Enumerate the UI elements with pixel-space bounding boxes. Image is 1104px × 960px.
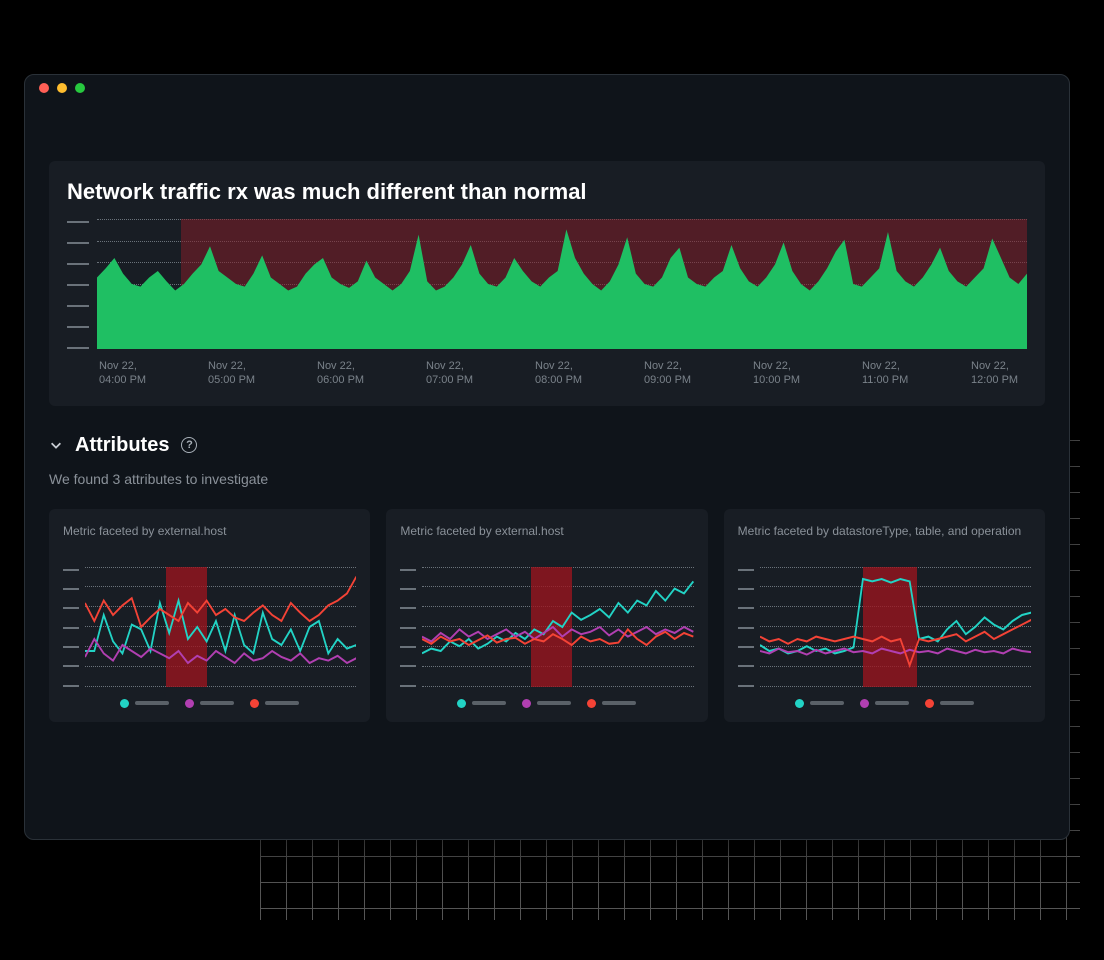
swatch-icon [587, 699, 596, 708]
swatch-icon [120, 699, 129, 708]
attribute-cards: Metric faceted by external.host [49, 509, 1045, 722]
swatch-icon [250, 699, 259, 708]
legend-item[interactable] [457, 699, 506, 708]
legend-item[interactable] [587, 699, 636, 708]
card-plot[interactable] [85, 567, 356, 687]
swatch-icon [925, 699, 934, 708]
legend [400, 699, 693, 708]
x-axis-label: Nov 22,11:00 PM [862, 359, 916, 388]
attributes-section: Attributes ? We found 3 attributes to in… [49, 434, 1045, 722]
card-plot[interactable] [760, 567, 1031, 687]
y-axis-ticks [400, 567, 416, 687]
legend [738, 699, 1031, 708]
x-axis-label: Nov 22,07:00 PM [426, 359, 480, 388]
card-title: Metric faceted by external.host [63, 523, 356, 555]
x-axis-label: Nov 22,04:00 PM [99, 359, 153, 388]
swatch-icon [522, 699, 531, 708]
card-plot[interactable] [422, 567, 693, 687]
close-icon[interactable] [39, 83, 49, 93]
chevron-down-icon [49, 438, 63, 452]
window-content: Network traffic rx was much different th… [25, 101, 1069, 746]
anomaly-panel: Network traffic rx was much different th… [49, 161, 1045, 406]
x-axis-label: Nov 22,12:00 PM [971, 359, 1025, 388]
maximize-icon[interactable] [75, 83, 85, 93]
attributes-subtitle: We found 3 attributes to investigate [49, 471, 1045, 487]
swatch-icon [795, 699, 804, 708]
attributes-title: Attributes [75, 434, 169, 457]
attributes-header[interactable]: Attributes ? [49, 434, 1045, 457]
attribute-card[interactable]: Metric faceted by external.host [386, 509, 707, 722]
anomaly-plot[interactable] [97, 219, 1027, 349]
swatch-icon [860, 699, 869, 708]
x-axis-label: Nov 22,10:00 PM [753, 359, 807, 388]
y-axis-ticks [738, 567, 754, 687]
window-titlebar [25, 75, 1069, 101]
legend-item[interactable] [120, 699, 169, 708]
card-title: Metric faceted by datastoreType, table, … [738, 523, 1031, 555]
anomaly-title: Network traffic rx was much different th… [67, 179, 1027, 205]
anomaly-chart[interactable]: Nov 22,04:00 PM Nov 22,05:00 PM Nov 22,06:… [67, 219, 1027, 388]
legend-item[interactable] [860, 699, 909, 708]
attribute-card[interactable]: Metric faceted by external.host [49, 509, 370, 722]
legend [63, 699, 356, 708]
legend-item[interactable] [185, 699, 234, 708]
minimize-icon[interactable] [57, 83, 67, 93]
swatch-icon [185, 699, 194, 708]
x-axis-label: Nov 22,05:00 PM [208, 359, 262, 388]
legend-item[interactable] [795, 699, 844, 708]
x-axis-label: Nov 22,08:00 PM [535, 359, 589, 388]
swatch-icon [457, 699, 466, 708]
card-title: Metric faceted by external.host [400, 523, 693, 555]
x-axis-label: Nov 22,06:00 PM [317, 359, 371, 388]
legend-item[interactable] [250, 699, 299, 708]
x-axis: Nov 22,04:00 PM Nov 22,05:00 PM Nov 22,06:… [97, 359, 1027, 388]
legend-item[interactable] [522, 699, 571, 708]
x-axis-label: Nov 22,09:00 PM [644, 359, 698, 388]
app-window: Network traffic rx was much different th… [24, 74, 1070, 840]
legend-item[interactable] [925, 699, 974, 708]
attribute-card[interactable]: Metric faceted by datastoreType, table, … [724, 509, 1045, 722]
y-axis-ticks [67, 219, 89, 349]
help-icon[interactable]: ? [181, 437, 197, 453]
y-axis-ticks [63, 567, 79, 687]
